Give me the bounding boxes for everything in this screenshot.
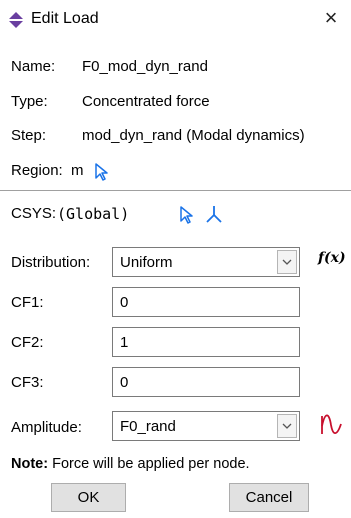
cf1-label: CF1: [11, 294, 44, 311]
chevron-down-icon [282, 423, 292, 429]
region-row: Region: m [11, 162, 84, 179]
csys-create-icon[interactable] [203, 203, 225, 225]
ok-button[interactable]: OK [51, 483, 126, 512]
distribution-label: Distribution: [11, 254, 91, 271]
distribution-row: Distribution: [11, 254, 90, 271]
cf2-field[interactable] [112, 327, 300, 357]
chevron-down-icon [282, 259, 292, 265]
cf3-field[interactable] [112, 367, 300, 397]
step-row: Step: mod_dyn_rand (Modal dynamics) [11, 127, 305, 144]
csys-row: CSYS: (Global) [11, 205, 129, 223]
step-label: Step: [11, 127, 47, 144]
name-label: Name: [11, 58, 56, 75]
step-value: mod_dyn_rand (Modal dynamics) [82, 127, 305, 144]
function-fx-button[interactable]: f(x) [318, 250, 346, 266]
cf2-label: CF2: [11, 334, 44, 351]
distribution-value: Uniform [120, 254, 173, 271]
cancel-button[interactable]: Cancel [229, 483, 309, 512]
close-button[interactable]: × [317, 6, 345, 32]
cf3-row: CF3: [11, 374, 44, 391]
load-arrows-icon [9, 12, 23, 28]
cf1-row: CF1: [11, 294, 44, 311]
note-label: Note: [11, 456, 49, 472]
cf2-row: CF2: [11, 334, 44, 351]
type-value: Concentrated force [82, 93, 210, 110]
region-value: m [71, 162, 84, 179]
amplitude-dropdown[interactable]: F0_rand [112, 411, 300, 441]
name-value: F0_mod_dyn_rand [82, 58, 208, 75]
type-label: Type: [11, 93, 48, 110]
cf3-label: CF3: [11, 374, 44, 391]
type-row: Type: Concentrated force [11, 93, 210, 110]
note-message: Force will be applied per node. [52, 456, 250, 472]
csys-value: (Global) [57, 205, 130, 223]
region-select-cursor-icon[interactable] [94, 163, 110, 181]
cf2-input[interactable] [113, 328, 299, 356]
csys-label: CSYS: [11, 205, 57, 222]
window-title: Edit Load [31, 10, 99, 27]
cf1-input[interactable] [113, 288, 299, 316]
separator-highlight [0, 191, 351, 192]
title-bar: Edit Load × [0, 0, 351, 40]
amplitude-create-icon[interactable] [319, 414, 343, 436]
name-row: Name: F0_mod_dyn_rand [11, 58, 208, 75]
distribution-dropdown-button[interactable] [277, 250, 297, 274]
amplitude-row: Amplitude: [11, 419, 82, 436]
note-text: Note: Force will be applied per node. [11, 456, 250, 472]
cf3-input[interactable] [113, 368, 299, 396]
csys-select-cursor-icon[interactable] [179, 206, 195, 224]
amplitude-dropdown-button[interactable] [277, 414, 297, 438]
amplitude-value: F0_rand [120, 418, 176, 435]
distribution-dropdown[interactable]: Uniform [112, 247, 300, 277]
region-label: Region: [11, 162, 63, 179]
cf1-field[interactable] [112, 287, 300, 317]
amplitude-label: Amplitude: [11, 419, 82, 436]
